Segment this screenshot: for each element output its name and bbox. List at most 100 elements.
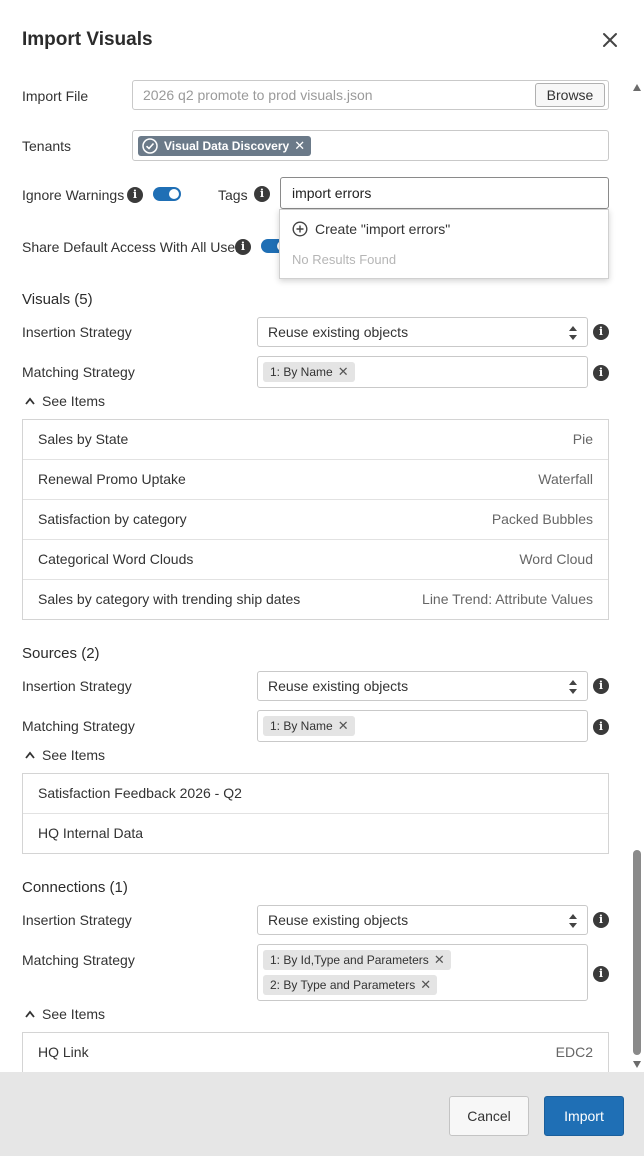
connections-section-title: Connections (1): [22, 879, 128, 896]
sources-item-list: Satisfaction Feedback 2026 - Q2 HQ Inter…: [22, 773, 609, 854]
tenant-chip: Visual Data Discovery ✕: [138, 136, 312, 156]
import-file-value: 2026 q2 promote to prod visuals.json: [143, 87, 373, 103]
check-circle-icon: [142, 138, 158, 154]
scroll-down-icon[interactable]: [633, 1061, 641, 1068]
chevron-up-icon: [25, 397, 35, 405]
create-tag-option[interactable]: Create "import errors": [292, 221, 450, 237]
sources-insertion-select[interactable]: Reuse existing objects: [257, 671, 588, 701]
connections-matching-field[interactable]: 1: By Id,Type and Parameters ✕ 2: By Typ…: [257, 944, 588, 1001]
connections-insertion-label: Insertion Strategy: [22, 912, 132, 928]
import-file-label: Import File: [22, 88, 89, 104]
connections-see-items-toggle[interactable]: See Items: [22, 1006, 105, 1022]
sources-insertion-value: Reuse existing objects: [268, 678, 409, 694]
tags-label: Tags: [218, 187, 248, 203]
matching-tag-label: 1: By Name: [270, 719, 333, 733]
browse-button[interactable]: Browse: [535, 83, 605, 107]
info-icon[interactable]: i: [593, 719, 609, 735]
item-type: Waterfall: [538, 471, 593, 487]
tags-dropdown: Create "import errors" No Results Found: [279, 209, 609, 279]
import-file-field[interactable]: 2026 q2 promote to prod visuals.json Bro…: [132, 80, 609, 110]
sources-insertion-label: Insertion Strategy: [22, 678, 132, 694]
import-button[interactable]: Import: [544, 1096, 624, 1136]
chevron-up-icon: [25, 751, 35, 759]
sources-section-title: Sources (2): [22, 645, 100, 662]
info-icon[interactable]: i: [593, 324, 609, 340]
list-item: Satisfaction Feedback 2026 - Q2: [23, 774, 608, 814]
list-item: HQ Internal Data: [23, 814, 608, 854]
matching-tag-label: 2: By Type and Parameters: [270, 978, 416, 992]
visuals-insertion-select[interactable]: Reuse existing objects: [257, 317, 588, 347]
sources-matching-label: Matching Strategy: [22, 718, 135, 734]
list-item: Satisfaction by category Packed Bubbles: [23, 500, 608, 540]
visuals-matching-label: Matching Strategy: [22, 364, 135, 380]
visuals-insertion-label: Insertion Strategy: [22, 324, 132, 340]
item-type: Word Cloud: [519, 551, 593, 567]
info-icon[interactable]: i: [593, 966, 609, 982]
info-icon[interactable]: i: [593, 365, 609, 381]
item-name: HQ Link: [38, 1044, 89, 1060]
tenants-field[interactable]: Visual Data Discovery ✕: [132, 130, 609, 161]
remove-tag-icon[interactable]: ✕: [338, 362, 349, 382]
ignore-warnings-label: Ignore Warnings: [22, 187, 125, 203]
item-name: HQ Internal Data: [38, 825, 144, 841]
connections-insertion-value: Reuse existing objects: [268, 912, 409, 928]
item-type: Pie: [572, 431, 593, 447]
tenant-chip-label: Visual Data Discovery: [164, 139, 290, 153]
list-item: Renewal Promo Uptake Waterfall: [23, 460, 608, 500]
scroll-up-icon[interactable]: [633, 84, 641, 91]
matching-tag-label: 1: By Name: [270, 365, 333, 379]
chevron-up-icon: [25, 1010, 35, 1018]
info-icon[interactable]: i: [593, 678, 609, 694]
item-type: EDC2: [555, 1044, 593, 1060]
item-name: Satisfaction by category: [38, 511, 187, 527]
see-items-label: See Items: [42, 393, 106, 409]
info-icon[interactable]: i: [254, 186, 270, 202]
list-item: HQ Link EDC2: [23, 1033, 608, 1073]
remove-tenant-icon[interactable]: ✕: [294, 136, 305, 156]
visuals-matching-field[interactable]: 1: By Name ✕: [257, 356, 588, 388]
info-icon[interactable]: i: [593, 912, 609, 928]
matching-tag-label: 1: By Id,Type and Parameters: [270, 953, 429, 967]
connections-item-list: HQ Link EDC2: [22, 1032, 609, 1073]
no-results-text: No Results Found: [292, 252, 397, 267]
matching-tag: 1: By Id,Type and Parameters ✕: [263, 950, 451, 970]
connections-insertion-select[interactable]: Reuse existing objects: [257, 905, 588, 935]
dialog-title: Import Visuals: [22, 29, 153, 50]
toggle-knob: [169, 189, 179, 199]
visuals-item-list: Sales by State Pie Renewal Promo Uptake Wa…: [22, 419, 609, 620]
scrollbar-thumb[interactable]: [633, 850, 641, 1055]
close-icon[interactable]: [598, 28, 622, 52]
create-tag-label: Create "import errors": [315, 221, 451, 237]
list-item: Categorical Word Clouds Word Cloud: [23, 540, 608, 580]
visuals-section-title: Visuals (5): [22, 291, 93, 308]
dialog-footer: Cancel Import: [0, 1072, 644, 1156]
connections-matching-label: Matching Strategy: [22, 952, 135, 968]
select-arrows-icon: [569, 680, 577, 694]
see-items-label: See Items: [42, 1006, 106, 1022]
info-icon[interactable]: i: [235, 239, 251, 255]
share-access-label: Share Default Access With All Users: [22, 239, 247, 255]
tenants-label: Tenants: [22, 138, 72, 154]
item-name: Sales by State: [38, 431, 129, 447]
item-type: Packed Bubbles: [491, 511, 593, 527]
item-name: Sales by category with trending ship dat…: [38, 591, 301, 607]
matching-tag: 1: By Name ✕: [263, 362, 355, 382]
remove-tag-icon[interactable]: ✕: [434, 950, 445, 970]
list-item: Sales by category with trending ship dat…: [23, 580, 608, 620]
cancel-button[interactable]: Cancel: [449, 1096, 529, 1136]
tags-input[interactable]: import errors: [280, 177, 609, 209]
plus-circle-icon: [292, 221, 308, 237]
select-arrows-icon: [569, 914, 577, 928]
sources-see-items-toggle[interactable]: See Items: [22, 747, 105, 763]
sources-matching-field[interactable]: 1: By Name ✕: [257, 710, 588, 742]
info-icon[interactable]: i: [127, 187, 143, 203]
item-name: Renewal Promo Uptake: [38, 471, 186, 487]
remove-tag-icon[interactable]: ✕: [338, 716, 349, 736]
item-name: Satisfaction Feedback 2026 - Q2: [38, 785, 242, 801]
ignore-warnings-toggle[interactable]: [153, 187, 181, 201]
matching-tag: 2: By Type and Parameters ✕: [263, 975, 438, 995]
visuals-see-items-toggle[interactable]: See Items: [22, 393, 105, 409]
remove-tag-icon[interactable]: ✕: [420, 975, 431, 995]
list-item: Sales by State Pie: [23, 420, 608, 460]
scrollbar[interactable]: [630, 80, 644, 1072]
